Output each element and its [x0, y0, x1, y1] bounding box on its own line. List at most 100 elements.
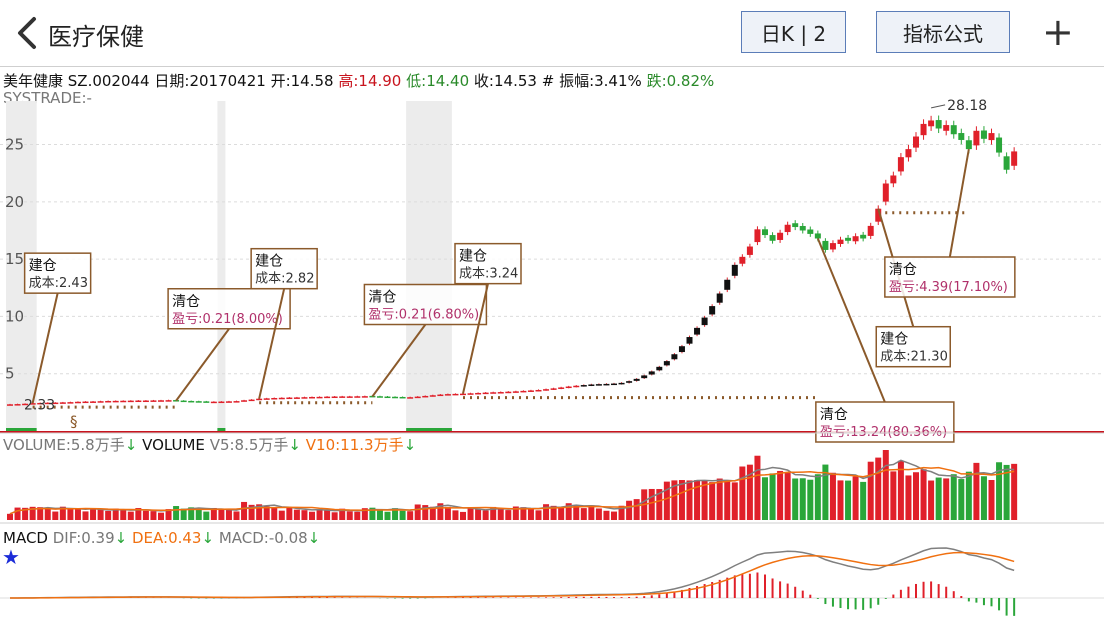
annotation-value: 成本:2.43 [29, 276, 88, 291]
candle-body [497, 392, 504, 394]
volume-bar [633, 499, 640, 520]
candle-body [97, 401, 104, 403]
candle-body [414, 396, 421, 399]
candle-body [837, 239, 844, 245]
y-tick-label: 10 [5, 307, 24, 325]
candle-body [814, 233, 821, 239]
candle-body [14, 404, 21, 406]
candlestick-chart[interactable]: 51015202528.182.33§建仓成本:2.43清仓盈亏:0.21(8.… [0, 0, 1104, 621]
candle-body [346, 396, 353, 398]
volume-bar [444, 506, 451, 520]
candle-body [913, 136, 919, 148]
volume-bar [950, 474, 957, 520]
volume-bar [150, 511, 157, 520]
volume-bar [595, 508, 602, 520]
volume-bar [278, 510, 285, 520]
annotation-value: 成本:3.24 [459, 267, 518, 282]
candle-body [263, 398, 270, 400]
candle-body [671, 354, 678, 360]
candle-body [399, 396, 406, 399]
candle-body [973, 130, 980, 146]
volume-bar [867, 461, 874, 520]
volume-bar [543, 504, 550, 520]
candle-body [135, 400, 142, 403]
candle-body [301, 397, 308, 399]
volume-bar [988, 479, 995, 520]
volume-bar [74, 508, 81, 520]
volume-bar [731, 482, 738, 520]
candle-body [935, 120, 942, 129]
annotation-title: 建仓 [459, 249, 487, 265]
volume-bar [399, 510, 406, 520]
annotation-title: 建仓 [255, 254, 283, 270]
volume-bar [497, 509, 504, 520]
volume-bar [105, 510, 112, 520]
candle-body [339, 396, 346, 398]
candle-body [890, 175, 897, 184]
volume-bar [890, 471, 897, 520]
holding-shade [406, 101, 452, 431]
candle-body [588, 384, 595, 386]
candle-body [120, 400, 127, 403]
volume-bar [558, 506, 565, 520]
holding-marker [406, 428, 452, 431]
candle-body [860, 234, 867, 239]
y-tick-label: 5 [5, 365, 15, 383]
volume-bar [203, 511, 210, 520]
volume-bar [882, 450, 889, 520]
volume-bar [920, 469, 927, 520]
volume-bar [739, 466, 746, 520]
volume-bar [573, 505, 580, 520]
candle-body [882, 183, 889, 202]
candle-body [505, 391, 512, 394]
candle-body [437, 394, 444, 397]
candle-body [248, 399, 255, 402]
candle-body [233, 401, 240, 403]
candle-body [392, 396, 399, 399]
candle-body [792, 223, 799, 228]
macd-dif-line [9, 547, 1015, 599]
annotation-leader [948, 148, 970, 258]
candle-body [678, 346, 685, 353]
annotation-value: 成本:2.82 [255, 272, 314, 287]
candle-body [452, 393, 459, 396]
volume-bar [527, 508, 534, 520]
annotation-value: 成本:21.30 [880, 350, 948, 365]
candle-body [784, 224, 791, 233]
candle-body [731, 264, 738, 276]
volume-bar [324, 509, 331, 520]
candle-body [309, 396, 315, 399]
volume-bar [44, 508, 51, 520]
volume-bar [943, 478, 950, 520]
candle-body [241, 400, 248, 402]
volume-bar [346, 511, 353, 520]
candle-body [641, 375, 648, 379]
volume-bar [475, 508, 482, 520]
volume-bar [452, 510, 459, 520]
volume-bar [376, 509, 383, 520]
candle-body [550, 388, 557, 390]
volume-bar [82, 511, 89, 520]
volume-bar [588, 505, 595, 520]
volume-bar [875, 457, 882, 520]
annotation-title: 清仓 [172, 294, 200, 310]
candle-body [286, 397, 293, 400]
candle-body [573, 385, 580, 388]
volume-bar [52, 511, 59, 520]
annotation-value: 盈亏:0.21(6.80%) [368, 308, 479, 323]
candle-body [965, 140, 972, 150]
candle-body [59, 402, 66, 404]
volume-bar [301, 510, 308, 520]
candle-body [867, 225, 874, 236]
candle-body [595, 384, 602, 386]
candle-body [354, 396, 361, 398]
y-tick-label: 20 [5, 193, 24, 211]
y-tick-label: 15 [5, 250, 24, 268]
candle-body [482, 392, 489, 395]
volume-bar [384, 511, 391, 520]
volume-bar [142, 510, 149, 520]
volume-bar [233, 511, 240, 520]
volume-bar [505, 510, 512, 520]
volume-bar [218, 509, 225, 520]
candle-body [158, 400, 164, 402]
